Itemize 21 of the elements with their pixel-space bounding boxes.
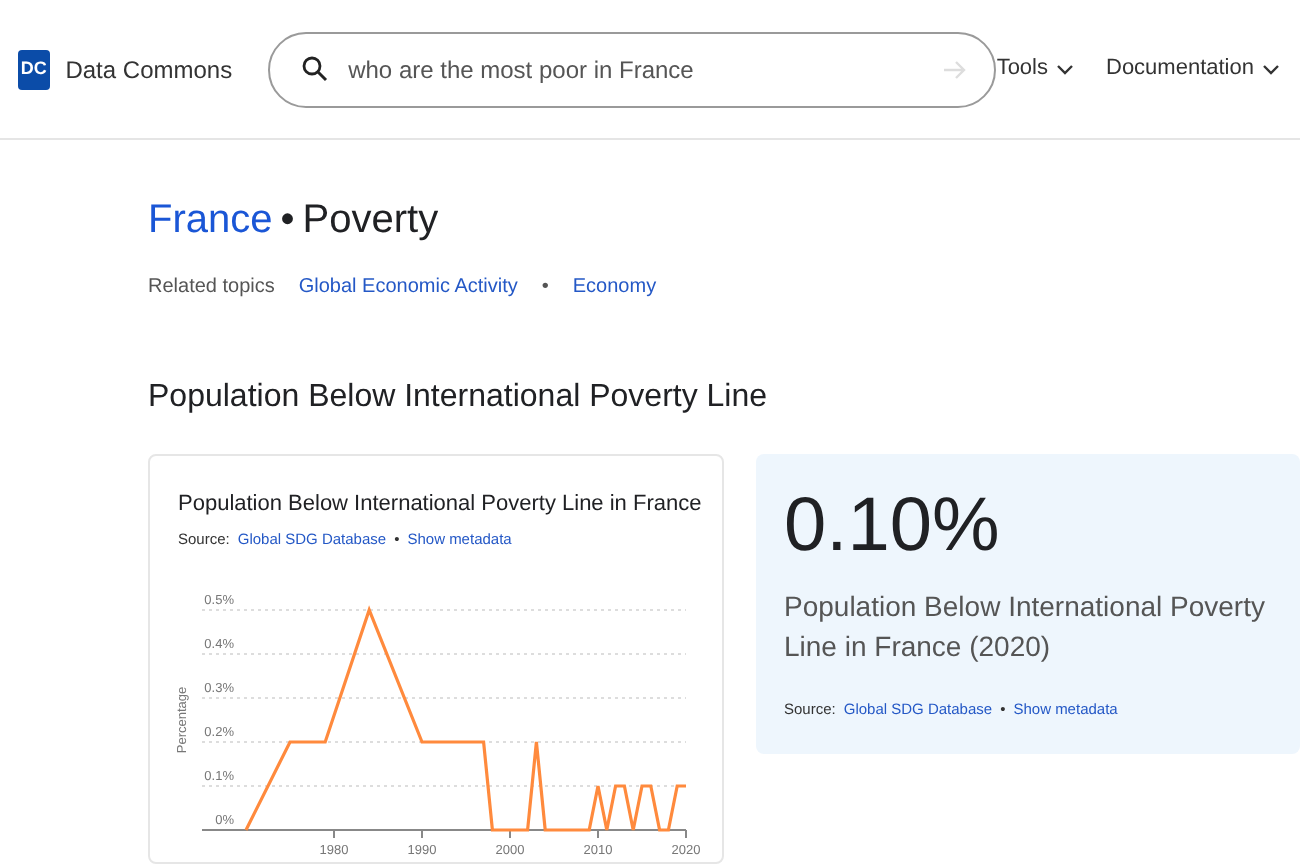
stat-value: 0.10% [784, 486, 1002, 570]
topic-link[interactable]: Economy [572, 272, 657, 302]
chart-title: Population Below International Poverty Line in France [178, 490, 704, 520]
search-field[interactable]: who are the most poor in France [268, 31, 997, 107]
arrow-icon[interactable] [942, 59, 967, 79]
search-input[interactable]: who are the most poor in France [344, 49, 927, 89]
topic-link[interactable]: Global Economic Activity [298, 272, 518, 302]
chevron-down-icon [1262, 63, 1280, 75]
search-icon [302, 56, 329, 82]
link-separator: • [541, 274, 549, 302]
section-heading: Population Below International Poverty Line [148, 378, 770, 418]
topic-title: Poverty [302, 196, 439, 244]
chevron-down-icon [1056, 63, 1074, 75]
brand-name[interactable]: Data Commons [65, 51, 233, 87]
related-label: Related topics [148, 274, 275, 302]
nav-menu-link[interactable]: Tools [996, 52, 1074, 86]
nav-menu-link[interactable]: Documentation [1106, 52, 1280, 86]
logo[interactable]: DC [18, 49, 50, 89]
place-link[interactable]: France [148, 196, 273, 244]
stat-description: Population Below International Poverty Line in France (2020) [784, 587, 1267, 667]
title-separator: • [280, 196, 295, 244]
